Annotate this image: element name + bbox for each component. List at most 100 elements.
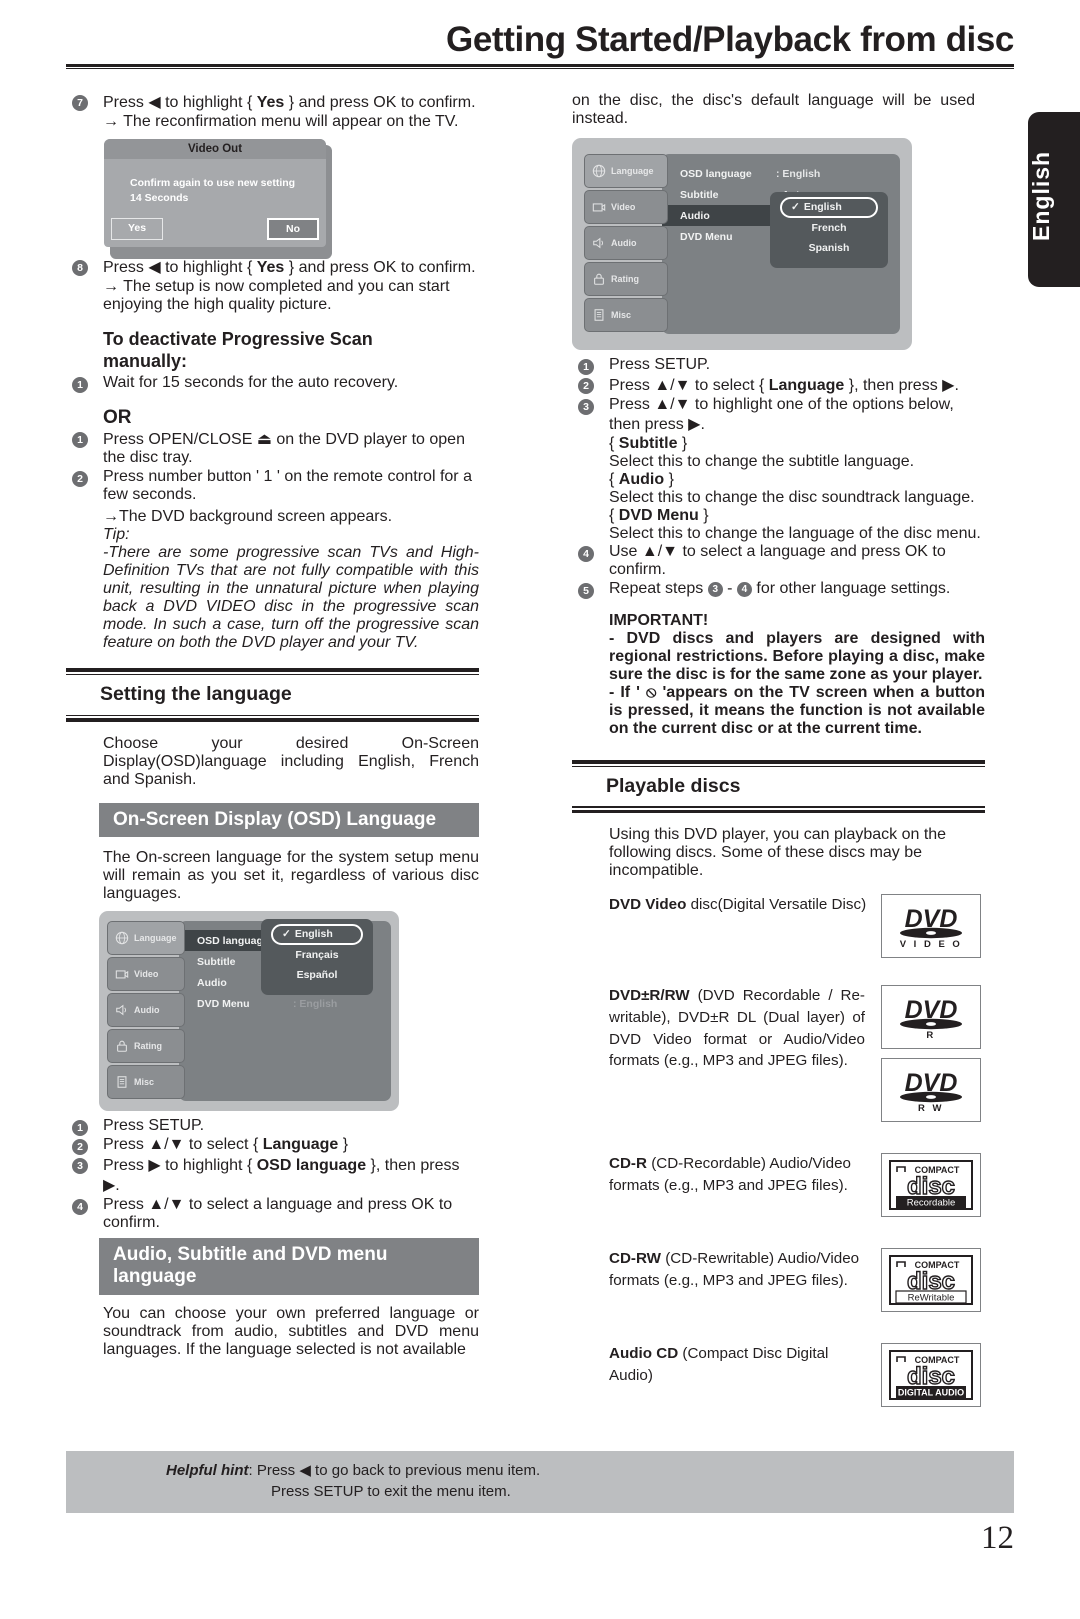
tip-label: Tip: xyxy=(103,526,130,544)
step-number: 2 xyxy=(578,378,594,394)
osd-row-label: Audio xyxy=(662,205,776,226)
updown-arrow-icon: ▲/▼ xyxy=(148,1196,185,1214)
lock-icon xyxy=(592,272,606,286)
lang-step-2-text: Press ▲/▼ to select { Language }, then p… xyxy=(609,377,959,394)
setting-language-intro: Choose your desired On-Screen Display(OS… xyxy=(103,734,479,788)
osd-sidebar-label: Misc xyxy=(611,310,632,320)
dialog-yes-button[interactable]: Yes xyxy=(111,218,163,240)
option-audio-desc: Select this to change the disc soundtrac… xyxy=(609,489,975,506)
osd-popup-option-spanish[interactable]: Spanish xyxy=(780,238,878,258)
lang-step-4-text: Use ▲/▼ to select a language and press O… xyxy=(609,543,946,578)
svg-text:R W: R W xyxy=(918,1103,944,1114)
osd-row-label: DVD Menu xyxy=(197,997,250,1010)
osd-popup-option-selected[interactable]: ✓ English xyxy=(780,197,878,218)
right-column: on the disc, the disc's default language… xyxy=(572,92,985,1416)
helpful-hint-label: Helpful hint xyxy=(166,1462,249,1479)
audio-subtitle-heading-line1: Audio, Subtitle and DVD menu xyxy=(113,1244,388,1266)
step-number: 4 xyxy=(72,1199,88,1216)
disc-row-cd-r: CD-R (CD-Recordable) Audio/Video formats… xyxy=(572,1153,985,1226)
lang-step-3-text: Press ▲/▼ to highlight one of the option… xyxy=(609,396,954,433)
section-playable-discs: Playable discs xyxy=(572,760,985,814)
step-number: 4 xyxy=(578,546,594,562)
step-number: 7 xyxy=(72,95,88,111)
check-icon: ✓ xyxy=(791,201,800,213)
osd-language-heading: On-Screen Display (OSD) Language xyxy=(99,802,479,838)
osd-intro: The On-screen language for the system se… xyxy=(103,849,479,903)
osd-sidebar-label: Video xyxy=(134,969,159,980)
dialog-no-button[interactable]: No xyxy=(267,218,319,240)
osd-sidebar-item-misc[interactable]: Misc xyxy=(107,1065,185,1100)
osd-step-3: 3 Press ▶ to highlight { OSD language },… xyxy=(66,1155,479,1195)
osd-sidebar-item-misc[interactable]: Misc xyxy=(584,298,668,332)
osd-panel: OSD language : English Subtitle : Auto A… xyxy=(662,154,900,334)
important-text-2: - If ' ⦸ 'appears on the TV screen when … xyxy=(609,684,986,737)
step-number: 1 xyxy=(72,1120,88,1137)
globe-icon xyxy=(115,931,129,945)
osd-sidebar-label: Video xyxy=(611,202,636,212)
osd-popup-option-spanish[interactable]: Español xyxy=(271,965,363,985)
document-icon xyxy=(592,308,606,322)
eject-icon: ⏏ xyxy=(256,431,272,449)
osd-popup-option-french[interactable]: Français xyxy=(271,945,363,965)
deactivate-heading-line2: manually: xyxy=(103,350,188,371)
disc-description: CD-R (CD-Recordable) Audio/Video formats… xyxy=(609,1155,851,1195)
osd-sidebar: Language Video Audio Rating Misc xyxy=(107,921,185,1101)
osd-sidebar-label: Language xyxy=(611,166,654,176)
svg-text:ReWritable: ReWritable xyxy=(908,1293,955,1304)
step-ref-3: 3 xyxy=(707,582,723,597)
dialog-title: Video Out xyxy=(104,139,326,159)
disc-row-cd-rw: CD-RW (CD-Rewritable) Audio/Video format… xyxy=(572,1248,985,1321)
osd-sidebar-item-rating[interactable]: Rating xyxy=(584,262,668,296)
osd-step-4: 4 Press ▲/▼ to select a language and pre… xyxy=(66,1196,479,1232)
osd-popup-option-french[interactable]: French xyxy=(780,218,878,238)
or-step-1: 1 Press OPEN/CLOSE ⏏ on the DVD player t… xyxy=(66,429,479,467)
dialog-message-line2: 14 Seconds xyxy=(130,192,189,205)
svg-text:R: R xyxy=(926,1030,935,1041)
svg-text:Recordable: Recordable xyxy=(907,1198,956,1209)
important-label: IMPORTANT! xyxy=(609,612,709,629)
osd-row-osd-language[interactable]: OSD language : English xyxy=(680,163,900,184)
option-audio: { Audio } Select this to change the disc… xyxy=(572,471,985,507)
disc-description: DVD Video disc(Digital Versatile Disc) xyxy=(609,896,867,914)
osd-popup-option-selected[interactable]: ✓ English xyxy=(271,924,363,946)
continued-text: on the disc, the disc's default language… xyxy=(572,92,975,127)
audio-cd-logo: COMPACT disc DIGITAL AUDIO xyxy=(881,1343,981,1408)
osd-row-value: : English xyxy=(776,167,821,180)
osd-row-dvd-menu[interactable]: DVD Menu : English xyxy=(197,993,391,1014)
osd-sidebar-item-video[interactable]: Video xyxy=(107,957,185,992)
osd-sidebar-label: Language xyxy=(134,933,177,944)
step-number: 3 xyxy=(72,1158,88,1175)
step-7: 7 Press ◀ to highlight { Yes } and press… xyxy=(66,92,479,112)
compact-disc-icon: COMPACT disc Recordable xyxy=(889,1160,973,1211)
osd-popup-option-label: English xyxy=(803,201,842,213)
important-text-1: - DVD discs and players are designed wit… xyxy=(609,630,985,683)
osd-panel: OSD language Subtitle Audio DVD Menu : E… xyxy=(179,919,391,1102)
step-number: 1 xyxy=(72,432,88,449)
compact-disc-icon: COMPACT disc DIGITAL AUDIO xyxy=(889,1350,973,1401)
osd-step-1: 1 Press SETUP. xyxy=(66,1117,479,1137)
compact-disc-icon: COMPACT disc ReWritable xyxy=(889,1255,973,1306)
osd-sidebar-item-video[interactable]: Video xyxy=(584,190,668,224)
check-icon: ✓ xyxy=(282,928,291,941)
osd-sidebar-label: Rating xyxy=(134,1041,162,1052)
osd-sidebar-label: Audio xyxy=(611,238,637,248)
osd-sidebar-item-language[interactable]: Language xyxy=(107,921,185,956)
osd-sidebar-label: Audio xyxy=(134,1005,160,1016)
page-title: Getting Started/Playback from disc xyxy=(446,20,1014,59)
lang-step-5: 5 Repeat steps 3 - 4 for other language … xyxy=(572,580,985,599)
osd-sidebar-item-language[interactable]: Language xyxy=(584,154,668,188)
step-number: 5 xyxy=(578,583,594,599)
globe-icon xyxy=(592,164,606,178)
disc-row-dvd-video: DVD Video disc(Digital Versatile Disc) D… xyxy=(572,894,985,967)
option-dvd-menu-name: { DVD Menu } xyxy=(609,507,709,524)
step-8-text: Press ◀ to highlight { Yes } and press O… xyxy=(103,259,476,276)
lang-step-4: 4 Use ▲/▼ to select a language and press… xyxy=(572,543,985,579)
step-number: 2 xyxy=(72,1139,88,1156)
osd-sidebar-item-audio[interactable]: Audio xyxy=(584,226,668,260)
step-number: 1 xyxy=(72,377,88,394)
option-audio-name: { Audio } xyxy=(609,471,674,488)
helpful-hint-line2: Press SETUP to exit the menu item. xyxy=(271,1483,511,1501)
osd-sidebar-item-audio[interactable]: Audio xyxy=(107,993,185,1028)
osd-sidebar-item-rating[interactable]: Rating xyxy=(107,1029,185,1064)
updown-arrow-icon: ▲/▼ xyxy=(148,1136,185,1154)
